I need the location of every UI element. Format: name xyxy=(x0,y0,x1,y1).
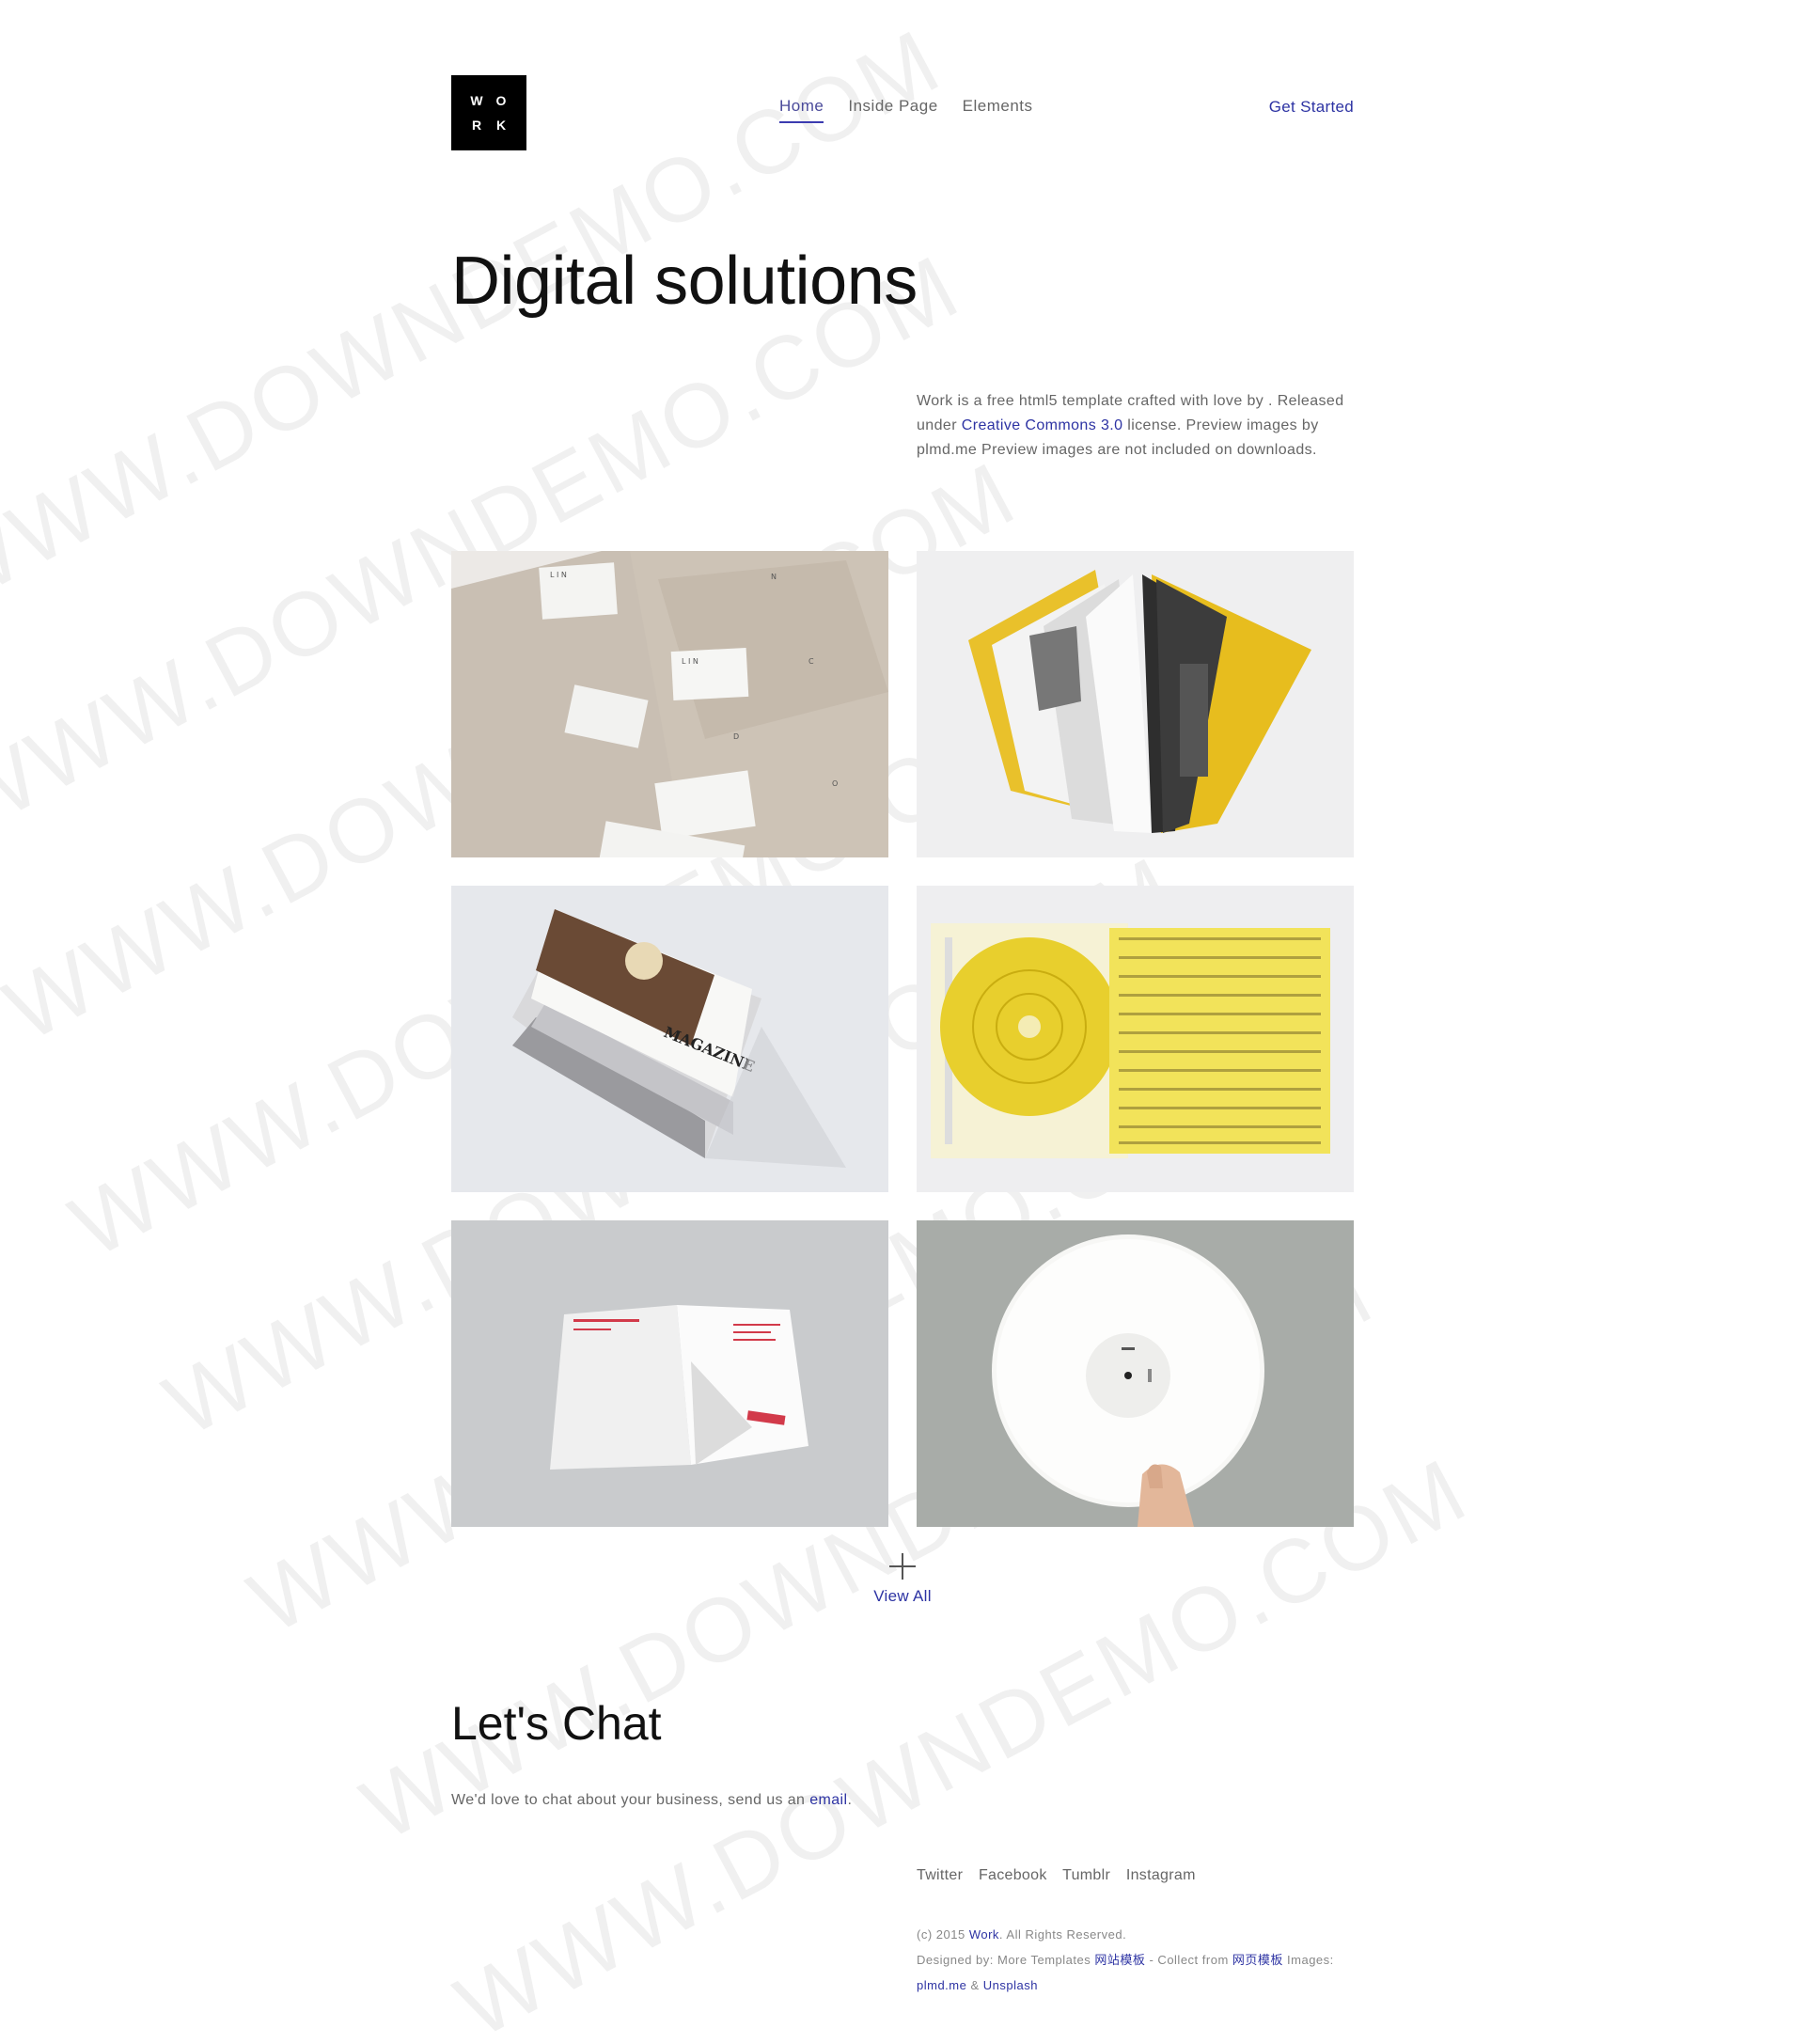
chat-text-part: We'd love to chat about your business, s… xyxy=(451,1792,810,1808)
view-all-block: View All xyxy=(451,1553,1354,1606)
intro-text: Work is a free html5 template crafted wi… xyxy=(917,389,1354,463)
logo[interactable]: W O R K xyxy=(451,75,526,150)
plus-icon[interactable] xyxy=(889,1553,916,1580)
social-tumblr[interactable]: Tumblr xyxy=(1062,1867,1110,1883)
logo-letter: O xyxy=(495,93,507,108)
yellow-cd-photo xyxy=(917,886,1354,1192)
logo-letter: W xyxy=(470,93,483,108)
page: WWW.DOWNDEMO.COM WWW.DOWNDEMO.COM WWW.DO… xyxy=(0,0,1805,2044)
svg-text:O: O xyxy=(832,779,838,788)
gallery-item-yellow-cd[interactable] xyxy=(917,886,1354,1192)
gallery-item-folded-letter[interactable] xyxy=(451,1220,888,1527)
view-all-link[interactable]: View All xyxy=(873,1587,932,1606)
svg-text:D: D xyxy=(733,732,739,741)
gallery-item-business-cards[interactable]: L I N L I N N C D O xyxy=(451,551,888,857)
social-facebook[interactable]: Facebook xyxy=(979,1867,1047,1883)
main-nav: Home Inside Page Elements xyxy=(779,97,1058,123)
logo-letter: K xyxy=(495,118,507,133)
social-instagram[interactable]: Instagram xyxy=(1126,1867,1196,1883)
unsplash-link[interactable]: Unsplash xyxy=(983,1978,1038,1992)
nav-home[interactable]: Home xyxy=(779,97,824,123)
gallery-item-vinyl-record[interactable] xyxy=(917,1220,1354,1527)
copyright-line: (c) 2015 Work. All Rights Reserved. xyxy=(917,1922,1354,1947)
magazine-stack-photo: MAGAZINE xyxy=(451,886,888,1192)
copyright-text: . All Rights Reserved. xyxy=(998,1927,1127,1942)
nav-elements[interactable]: Elements xyxy=(963,97,1033,123)
white-vinyl-record-photo xyxy=(917,1220,1354,1527)
chat-title: Let's Chat xyxy=(451,1697,662,1750)
designed-text: - Collect from xyxy=(1145,1953,1232,1967)
designed-text: Designed by: More Templates xyxy=(917,1953,1095,1967)
page-title: Digital solutions xyxy=(451,244,918,319)
designed-by-line: Designed by: More Templates 网站模板 - Colle… xyxy=(917,1947,1354,1973)
business-cards-photo: L I N L I N N C D O xyxy=(451,551,888,857)
svg-text:L I N: L I N xyxy=(682,657,698,666)
amp-text: & xyxy=(966,1978,983,1992)
plmd-link[interactable]: plmd.me xyxy=(917,1978,966,1992)
collect-link[interactable]: 网页模板 xyxy=(1232,1953,1283,1967)
footer-credits: (c) 2015 Work. All Rights Reserved. Desi… xyxy=(917,1922,1354,1998)
copyright-text: (c) 2015 xyxy=(917,1927,969,1942)
yellow-book-photo xyxy=(917,551,1354,857)
work-link[interactable]: Work xyxy=(969,1927,999,1942)
chat-text-part: . xyxy=(847,1792,853,1808)
social-twitter[interactable]: Twitter xyxy=(917,1867,963,1883)
images-credit-line: plmd.me & Unsplash xyxy=(917,1973,1354,1998)
portfolio-gallery: L I N L I N N C D O MAGAZINE xyxy=(451,551,1354,1527)
chat-text: We'd love to chat about your business, s… xyxy=(451,1792,852,1809)
nav-inside-page[interactable]: Inside Page xyxy=(848,97,937,123)
gallery-item-magazine[interactable]: MAGAZINE xyxy=(451,886,888,1192)
social-links: Twitter Facebook Tumblr Instagram xyxy=(917,1867,1207,1884)
email-link[interactable]: email xyxy=(809,1792,847,1808)
templates-link[interactable]: 网站模板 xyxy=(1094,1953,1145,1967)
logo-letter: R xyxy=(471,118,482,133)
svg-text:L I N: L I N xyxy=(550,571,567,579)
svg-text:N: N xyxy=(771,573,777,581)
designed-text: Images: xyxy=(1282,1953,1334,1967)
get-started-link[interactable]: Get Started xyxy=(1269,98,1354,117)
gallery-item-yellow-book[interactable] xyxy=(917,551,1354,857)
svg-text:C: C xyxy=(808,657,814,666)
folded-letter-photo xyxy=(451,1220,888,1527)
license-link[interactable]: Creative Commons 3.0 xyxy=(962,417,1123,433)
